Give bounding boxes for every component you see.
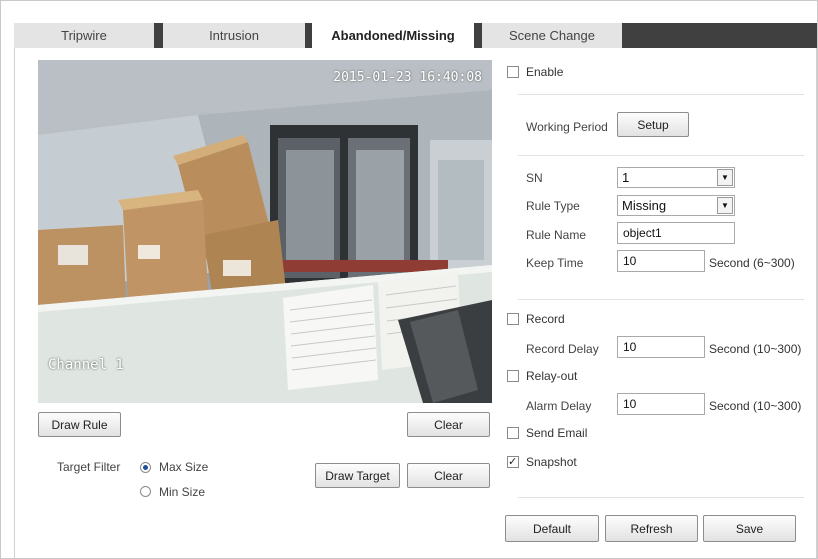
alarm-delay-input[interactable]: 10 xyxy=(617,393,705,415)
relay-out-checkbox[interactable] xyxy=(507,370,519,382)
max-size-radio[interactable] xyxy=(140,462,151,473)
snapshot-label: Snapshot xyxy=(526,455,577,469)
record-delay-label: Record Delay xyxy=(526,342,599,356)
clear-target-button[interactable]: Clear xyxy=(407,463,490,488)
chevron-down-icon[interactable]: ▼ xyxy=(717,197,733,214)
chevron-down-icon[interactable]: ▼ xyxy=(717,169,733,186)
camera-scene-image xyxy=(38,60,492,403)
record-label: Record xyxy=(526,312,565,326)
divider xyxy=(518,299,804,300)
record-delay-input[interactable]: 10 xyxy=(617,336,705,358)
keep-time-input[interactable]: 10 xyxy=(617,250,705,272)
save-button[interactable]: Save xyxy=(703,515,796,542)
alarm-delay-label: Alarm Delay xyxy=(526,399,592,413)
video-channel-label: Channel 1 xyxy=(48,357,124,373)
enable-checkbox[interactable] xyxy=(507,66,519,78)
divider xyxy=(518,497,804,498)
relay-out-label: Relay-out xyxy=(526,369,578,383)
video-timestamp: 2015-01-23 16:40:08 xyxy=(333,70,482,85)
record-checkbox[interactable] xyxy=(507,313,519,325)
video-preview[interactable]: 2015-01-23 16:40:08 Channel 1 xyxy=(38,60,492,403)
snapshot-checkbox[interactable] xyxy=(507,455,519,468)
send-email-label: Send Email xyxy=(526,426,588,440)
draw-rule-button[interactable]: Draw Rule xyxy=(38,412,121,437)
alarm-delay-unit: Second (10~300) xyxy=(709,399,802,413)
tab-scene-change[interactable]: Scene Change xyxy=(482,23,622,48)
enable-label: Enable xyxy=(526,65,564,79)
record-delay-unit: Second (10~300) xyxy=(709,342,802,356)
rule-type-select-value: Missing xyxy=(622,198,667,213)
setup-button[interactable]: Setup xyxy=(617,112,689,137)
tab-intrusion[interactable]: Intrusion xyxy=(163,23,305,48)
tab-tripwire[interactable]: Tripwire xyxy=(14,23,154,48)
keep-time-label: Keep Time xyxy=(526,256,584,270)
min-size-label: Min Size xyxy=(159,485,206,499)
default-button[interactable]: Default xyxy=(505,515,599,542)
send-email-checkbox[interactable] xyxy=(507,427,519,439)
target-filter-label: Target Filter xyxy=(57,460,121,474)
divider xyxy=(518,155,804,156)
min-size-radio[interactable] xyxy=(140,486,151,497)
clear-rule-button[interactable]: Clear xyxy=(407,412,490,437)
working-period-label: Working Period xyxy=(526,120,608,134)
sn-label: SN xyxy=(526,171,543,185)
rule-type-label: Rule Type xyxy=(526,199,580,213)
tab-abandoned-missing[interactable]: Abandoned/Missing xyxy=(312,23,474,48)
draw-target-button[interactable]: Draw Target xyxy=(315,463,400,488)
sn-select-value: 1 xyxy=(622,170,630,185)
rule-type-select[interactable]: Missing ▼ xyxy=(617,195,735,216)
rule-name-label: Rule Name xyxy=(526,228,587,242)
sn-select[interactable]: 1 ▼ xyxy=(617,167,735,188)
divider xyxy=(518,94,804,95)
keep-time-unit: Second (6~300) xyxy=(709,256,795,270)
max-size-label: Max Size xyxy=(159,460,209,474)
refresh-button[interactable]: Refresh xyxy=(605,515,698,542)
rule-name-input[interactable]: object1 xyxy=(617,222,735,244)
